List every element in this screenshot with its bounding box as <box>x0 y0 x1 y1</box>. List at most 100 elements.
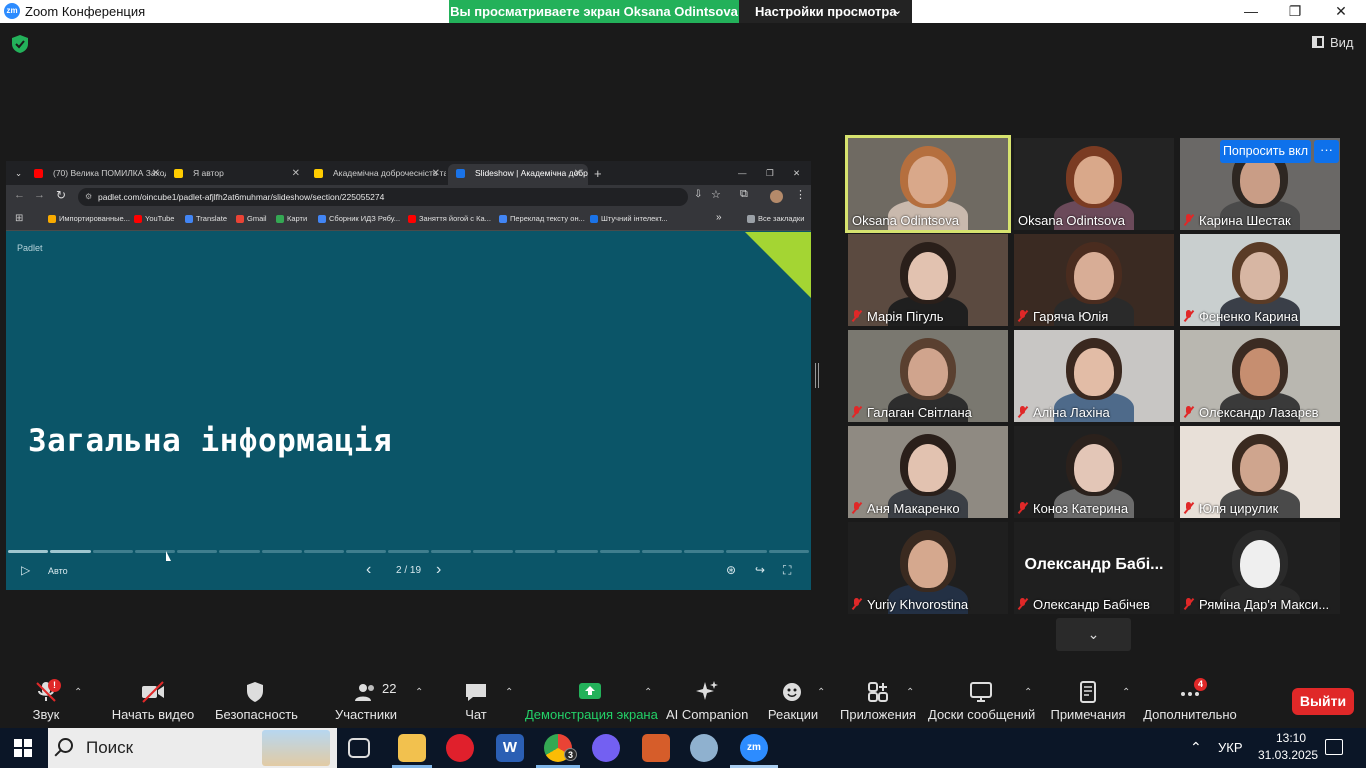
progress-segment[interactable] <box>430 550 471 553</box>
progress-segment[interactable] <box>472 550 514 553</box>
participant-tile[interactable]: Ряміна Дар'я Макси... <box>1180 522 1340 614</box>
participant-tile[interactable]: Марія Пігуль <box>848 234 1008 326</box>
clock-date[interactable]: 31.03.2025 <box>1258 748 1318 762</box>
progress-segment[interactable] <box>8 550 49 553</box>
app-icon[interactable] <box>642 734 670 762</box>
participant-tile[interactable]: Oksana Odintsova <box>1014 138 1174 230</box>
progress-segment[interactable] <box>726 550 767 553</box>
viber-icon[interactable] <box>592 734 620 762</box>
share-screen-button[interactable]: Демонстрация экрана <box>525 675 658 728</box>
reactions-button[interactable]: Реакции <box>762 675 824 728</box>
progress-segment[interactable] <box>177 550 218 553</box>
apps-grid-icon[interactable]: ⊞ <box>15 213 23 224</box>
share-caret-icon[interactable]: ⌃ <box>644 687 652 698</box>
notes-button[interactable]: Примечания <box>1050 675 1126 728</box>
zoom-taskbar-icon[interactable]: zm <box>740 734 768 762</box>
progress-segment[interactable] <box>219 550 260 553</box>
apps-button[interactable]: Приложения <box>840 675 916 728</box>
bookmarks-overflow-button[interactable]: » <box>716 212 722 223</box>
start-video-button[interactable]: Начать видео <box>100 675 206 728</box>
audio-button[interactable]: ! Звук <box>22 675 70 728</box>
security-button[interactable]: Безопасность <box>215 675 298 728</box>
progress-segment[interactable] <box>50 550 91 553</box>
paint-icon[interactable] <box>690 734 718 762</box>
whiteboards-button[interactable]: Доски сообщений <box>928 675 1035 728</box>
participant-more-button[interactable]: ··· <box>1314 140 1339 163</box>
more-button[interactable]: 4 Дополнительно <box>1142 675 1238 728</box>
browser-restore-icon[interactable]: ❐ <box>762 164 782 185</box>
close-tab-icon[interactable]: ✕ <box>152 164 160 183</box>
share-icon[interactable]: ↪ <box>755 563 765 577</box>
windows-start-icon[interactable] <box>14 739 32 757</box>
participant-tile[interactable]: Фененко Карина <box>1180 234 1340 326</box>
progress-segment[interactable] <box>346 550 387 553</box>
bookmark-star-icon[interactable]: ☆ <box>711 188 721 201</box>
view-button[interactable]: Вид <box>1312 35 1354 50</box>
progress-segment[interactable] <box>388 550 429 553</box>
chat-caret-icon[interactable]: ⌃ <box>505 687 513 698</box>
browser-tab[interactable]: Академічна доброчесність та ✕ <box>306 164 446 185</box>
whiteboards-caret-icon[interactable]: ⌃ <box>1024 687 1032 698</box>
close-tab-icon[interactable]: ✕ <box>292 164 300 183</box>
opera-icon[interactable] <box>446 734 474 762</box>
progress-segment[interactable] <box>768 550 809 553</box>
bookmark-item[interactable]: Импортированные... <box>48 214 130 223</box>
all-bookmarks[interactable]: Все закладки <box>747 214 804 223</box>
word-icon[interactable]: W <box>496 734 524 762</box>
browser-close-icon[interactable]: ✕ <box>789 164 809 185</box>
audio-caret-icon[interactable]: ⌃ <box>74 687 82 698</box>
bookmark-item[interactable]: Gmail <box>236 214 267 223</box>
clock-time[interactable]: 13:10 <box>1266 731 1316 745</box>
bookmark-item[interactable]: Translate <box>185 214 227 223</box>
forward-icon[interactable]: → <box>34 189 45 201</box>
accessibility-icon[interactable]: ⊛ <box>726 563 736 577</box>
ask-to-unmute-button[interactable]: Попросить вкл <box>1220 140 1311 163</box>
play-icon[interactable]: ▷ <box>21 563 30 577</box>
reload-icon[interactable]: ↻ <box>56 188 66 202</box>
progress-segment[interactable] <box>599 550 640 553</box>
bookmark-item[interactable]: Сборник ИДЗ Рябу... <box>318 214 400 223</box>
notes-caret-icon[interactable]: ⌃ <box>1122 687 1130 698</box>
participant-tile[interactable]: Галаган Світлана <box>848 330 1008 422</box>
participant-tile[interactable]: Аня Макаренко <box>848 426 1008 518</box>
notifications-icon[interactable] <box>1325 739 1343 755</box>
install-icon[interactable]: ⇩ <box>694 189 702 200</box>
tray-overflow-icon[interactable]: ⌃ <box>1190 739 1202 756</box>
participant-tile[interactable]: Олександр Бабі... Олександр Бабічев <box>1014 522 1174 614</box>
browser-tab[interactable]: Я автор ✕ <box>166 164 306 185</box>
browser-tab-active[interactable]: Slideshow | Академічна добро ✕ <box>448 164 588 185</box>
bookmark-item[interactable]: Переклад тексту он... <box>499 214 585 223</box>
participant-tile[interactable]: Гаряча Юлія <box>1014 234 1174 326</box>
close-button[interactable]: ✕ <box>1318 0 1364 23</box>
back-icon[interactable]: ← <box>14 189 25 201</box>
browser-minimize-icon[interactable]: — <box>734 164 754 185</box>
participant-tile[interactable]: Коноз Катерина <box>1014 426 1174 518</box>
progress-segment[interactable] <box>92 550 133 553</box>
site-info-icon[interactable]: ⚙ <box>85 188 92 206</box>
split-resize-handle[interactable] <box>815 363 819 388</box>
browser-tab[interactable]: (70) Велика ПОМИЛКА Заходу ✕ <box>26 164 166 185</box>
progress-segment[interactable] <box>261 550 302 553</box>
close-tab-icon[interactable]: ✕ <box>574 164 582 183</box>
apps-caret-icon[interactable]: ⌃ <box>906 687 914 698</box>
participant-tile[interactable]: Yuriy Khvorostina <box>848 522 1008 614</box>
bookmark-item[interactable]: Штучний інтелект... <box>590 214 668 223</box>
reactions-caret-icon[interactable]: ⌃ <box>817 687 825 698</box>
progress-segment[interactable] <box>303 550 345 553</box>
bookmark-item[interactable]: Заняття йогой с Ка... <box>408 214 491 223</box>
progress-segment[interactable] <box>641 550 683 553</box>
input-language[interactable]: УКР <box>1218 740 1243 755</box>
fullscreen-icon[interactable]: ⛶ <box>783 563 791 578</box>
progress-segment[interactable] <box>684 550 725 553</box>
task-view-icon[interactable] <box>348 738 370 758</box>
restore-button[interactable]: ❐ <box>1272 0 1318 23</box>
extensions-icon[interactable]: ⧉ <box>740 188 748 201</box>
url-field[interactable]: ⚙ padlet.com/oincube1/padlet-afjlfh2at6m… <box>78 188 688 206</box>
prev-slide-icon[interactable]: ‹ <box>366 561 371 579</box>
ai-companion-button[interactable]: AI Companion <box>666 675 748 728</box>
leave-button[interactable]: Выйти <box>1292 688 1354 715</box>
next-slide-icon[interactable]: › <box>436 561 441 579</box>
minimize-button[interactable]: — <box>1228 0 1274 23</box>
progress-segment[interactable] <box>515 550 556 553</box>
participants-button[interactable]: 22 Участники <box>330 675 402 728</box>
